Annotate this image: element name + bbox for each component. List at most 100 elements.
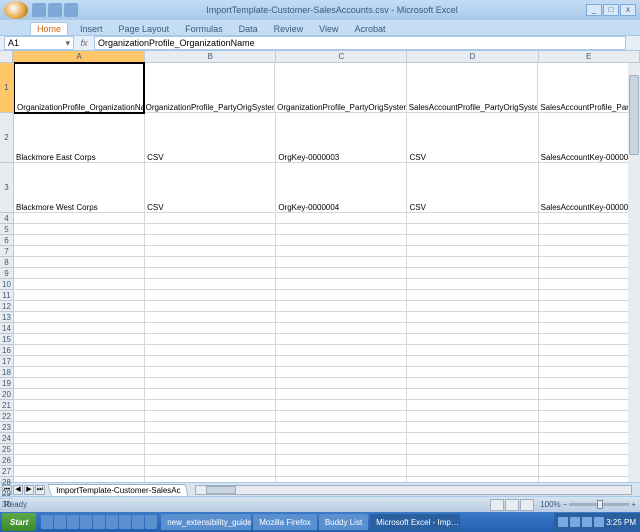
cell[interactable] — [276, 268, 407, 279]
tab-acrobat[interactable]: Acrobat — [350, 23, 389, 35]
col-header-d[interactable]: D — [407, 51, 538, 62]
vscroll-thumb[interactable] — [629, 75, 639, 155]
cell[interactable] — [14, 268, 145, 279]
row-header[interactable]: 23 — [0, 422, 13, 433]
cell[interactable] — [14, 389, 145, 400]
cell[interactable] — [145, 433, 276, 444]
row-header[interactable]: 7 — [0, 246, 13, 257]
cell[interactable] — [539, 323, 640, 334]
cell[interactable] — [276, 477, 407, 482]
cell[interactable] — [407, 235, 538, 246]
cell[interactable] — [539, 312, 640, 323]
row-header[interactable]: 4 — [0, 213, 13, 224]
horizontal-scrollbar[interactable] — [195, 485, 632, 495]
cell[interactable] — [276, 235, 407, 246]
cell[interactable]: OrganizationProfile_PartyOrigSystemRefer… — [275, 63, 407, 113]
cell[interactable] — [407, 334, 538, 345]
cell[interactable] — [145, 455, 276, 466]
row-header[interactable]: 16 — [0, 345, 13, 356]
row-header[interactable]: 21 — [0, 400, 13, 411]
cell[interactable] — [14, 400, 145, 411]
view-break-icon[interactable] — [520, 499, 534, 511]
cell[interactable] — [539, 279, 640, 290]
taskbar-item[interactable]: Buddy List — [319, 514, 368, 530]
start-button[interactable]: Start — [2, 513, 36, 531]
cell[interactable] — [14, 411, 145, 422]
cell[interactable]: SalesAccountKey-0000004 — [539, 163, 640, 213]
cell[interactable] — [539, 444, 640, 455]
cell[interactable] — [145, 422, 276, 433]
row-header[interactable]: 18 — [0, 367, 13, 378]
cell[interactable] — [407, 378, 538, 389]
tab-view[interactable]: View — [315, 23, 342, 35]
cell[interactable] — [276, 246, 407, 257]
cell[interactable] — [407, 301, 538, 312]
cell[interactable] — [539, 455, 640, 466]
cell[interactable] — [14, 455, 145, 466]
cell[interactable] — [539, 213, 640, 224]
cell[interactable] — [539, 422, 640, 433]
cell[interactable] — [276, 345, 407, 356]
row-header[interactable]: 25 — [0, 444, 13, 455]
ql-icon[interactable] — [145, 515, 157, 529]
cell[interactable]: CSV — [407, 163, 538, 213]
cell[interactable] — [407, 290, 538, 301]
cell[interactable] — [14, 301, 145, 312]
cell[interactable] — [14, 444, 145, 455]
qat-save-icon[interactable] — [32, 3, 46, 17]
cell[interactable] — [539, 356, 640, 367]
cell[interactable] — [539, 466, 640, 477]
row-header[interactable]: 10 — [0, 279, 13, 290]
taskbar-item[interactable]: new_extensibility_guide… — [161, 514, 251, 530]
row-header[interactable]: 14 — [0, 323, 13, 334]
cell[interactable] — [145, 356, 276, 367]
row-header[interactable]: 30 — [0, 499, 13, 510]
cell[interactable] — [407, 466, 538, 477]
cell[interactable] — [539, 268, 640, 279]
cell[interactable] — [145, 477, 276, 482]
cell[interactable] — [14, 477, 145, 482]
name-box[interactable]: A1 ▾ — [4, 36, 74, 50]
cell[interactable] — [539, 389, 640, 400]
zoom-level[interactable]: 100% — [540, 500, 560, 509]
cell[interactable] — [407, 246, 538, 257]
row-header[interactable]: 17 — [0, 356, 13, 367]
fx-icon[interactable]: fx — [78, 38, 90, 48]
cell[interactable] — [145, 213, 276, 224]
cell[interactable] — [276, 444, 407, 455]
cell[interactable] — [539, 378, 640, 389]
row-header[interactable]: 8 — [0, 257, 13, 268]
sheet-tab[interactable]: ImportTemplate-Customer-SalesAc — [47, 484, 189, 496]
cell[interactable] — [145, 466, 276, 477]
cell[interactable] — [407, 400, 538, 411]
cell[interactable] — [276, 213, 407, 224]
cell[interactable] — [276, 301, 407, 312]
cell[interactable] — [276, 279, 407, 290]
cell[interactable] — [539, 235, 640, 246]
maximize-button[interactable]: □ — [603, 4, 619, 16]
cell[interactable] — [14, 246, 145, 257]
cell[interactable] — [276, 455, 407, 466]
cell[interactable] — [276, 367, 407, 378]
cell[interactable]: OrganizationProfile_OrganizationName — [14, 62, 145, 114]
zoom-in-button[interactable]: + — [631, 500, 636, 509]
cell[interactable] — [145, 400, 276, 411]
cell[interactable] — [145, 224, 276, 235]
ql-icon[interactable] — [119, 515, 131, 529]
cell[interactable] — [539, 257, 640, 268]
sheet-last-icon[interactable]: ⏭ — [35, 485, 45, 495]
cell[interactable] — [14, 235, 145, 246]
cell[interactable] — [145, 389, 276, 400]
cell[interactable] — [14, 323, 145, 334]
cell[interactable] — [14, 213, 145, 224]
cell[interactable] — [145, 367, 276, 378]
taskbar-item[interactable]: Microsoft Excel - Imp… — [370, 514, 460, 530]
cell[interactable] — [145, 334, 276, 345]
cell[interactable] — [407, 224, 538, 235]
ql-icon[interactable] — [80, 515, 92, 529]
cell[interactable] — [14, 334, 145, 345]
cell[interactable] — [407, 455, 538, 466]
cell[interactable] — [145, 444, 276, 455]
cell[interactable] — [407, 312, 538, 323]
view-normal-icon[interactable] — [490, 499, 504, 511]
